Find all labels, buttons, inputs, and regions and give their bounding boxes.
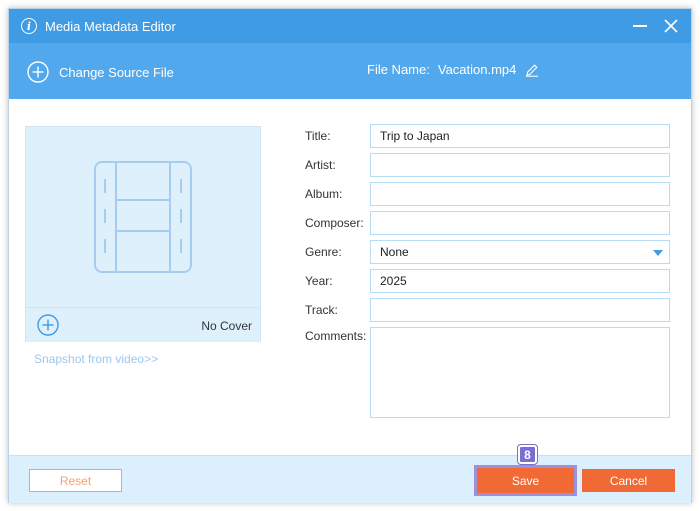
album-input[interactable] bbox=[370, 182, 670, 206]
info-icon: i bbox=[21, 18, 37, 34]
footer-bar: Reset Save Cancel bbox=[9, 455, 691, 503]
year-label: Year: bbox=[305, 274, 333, 288]
artist-input[interactable] bbox=[370, 153, 670, 177]
composer-input[interactable] bbox=[370, 211, 670, 235]
genre-row: Genre: None bbox=[305, 240, 671, 264]
minimize-icon[interactable] bbox=[633, 25, 647, 27]
window-title: Media Metadata Editor bbox=[45, 18, 176, 34]
track-label: Track: bbox=[305, 303, 338, 317]
file-name-label: File Name: bbox=[367, 62, 430, 77]
artist-row: Artist: bbox=[305, 153, 671, 177]
title-row: Title: Trip to Japan bbox=[305, 124, 671, 148]
dropdown-arrow-icon bbox=[653, 250, 663, 256]
composer-label: Composer: bbox=[305, 216, 364, 230]
reset-button[interactable]: Reset bbox=[29, 469, 122, 492]
file-name-value: Vacation.mp4 bbox=[437, 62, 517, 77]
edit-pencil-icon[interactable] bbox=[525, 63, 539, 77]
album-label: Album: bbox=[305, 187, 343, 201]
year-row: Year: 2025 bbox=[305, 269, 671, 293]
year-input[interactable]: 2025 bbox=[370, 269, 670, 293]
title-input[interactable]: Trip to Japan bbox=[370, 124, 670, 148]
cover-art-panel: No Cover bbox=[25, 126, 261, 342]
save-button-highlight: Save bbox=[474, 465, 577, 496]
change-source-file-button[interactable]: Change Source File bbox=[27, 61, 174, 83]
album-row: Album: bbox=[305, 182, 671, 206]
comments-textarea[interactable] bbox=[370, 327, 670, 418]
metadata-editor-window: i Media Metadata Editor Change Source Fi… bbox=[8, 8, 692, 503]
composer-row: Composer: bbox=[305, 211, 671, 235]
file-name-display: File Name: Vacation.mp4 bbox=[367, 62, 539, 77]
cover-bottom-bar: No Cover bbox=[26, 307, 260, 342]
add-circle-icon bbox=[27, 61, 49, 83]
toolbar: Change Source File File Name: Vacation.m… bbox=[9, 43, 691, 99]
snapshot-from-video-link[interactable]: Snapshot from video>> bbox=[34, 352, 158, 366]
add-cover-icon[interactable] bbox=[37, 314, 59, 336]
title-bar: i Media Metadata Editor bbox=[9, 9, 691, 43]
track-row: Track: bbox=[305, 298, 671, 322]
step-number-badge: 8 bbox=[518, 445, 537, 464]
genre-select[interactable]: None bbox=[370, 240, 670, 264]
comments-label: Comments: bbox=[305, 329, 367, 343]
cover-status: No Cover bbox=[201, 319, 252, 333]
artist-label: Artist: bbox=[305, 158, 336, 172]
film-icon bbox=[94, 161, 192, 273]
track-input[interactable] bbox=[370, 298, 670, 322]
close-icon[interactable] bbox=[663, 18, 679, 34]
change-source-label: Change Source File bbox=[59, 64, 174, 80]
genre-label: Genre: bbox=[305, 245, 342, 259]
genre-value: None bbox=[380, 245, 409, 259]
cancel-button[interactable]: Cancel bbox=[582, 469, 675, 492]
save-button[interactable]: Save bbox=[477, 468, 574, 493]
title-label: Title: bbox=[305, 129, 331, 143]
